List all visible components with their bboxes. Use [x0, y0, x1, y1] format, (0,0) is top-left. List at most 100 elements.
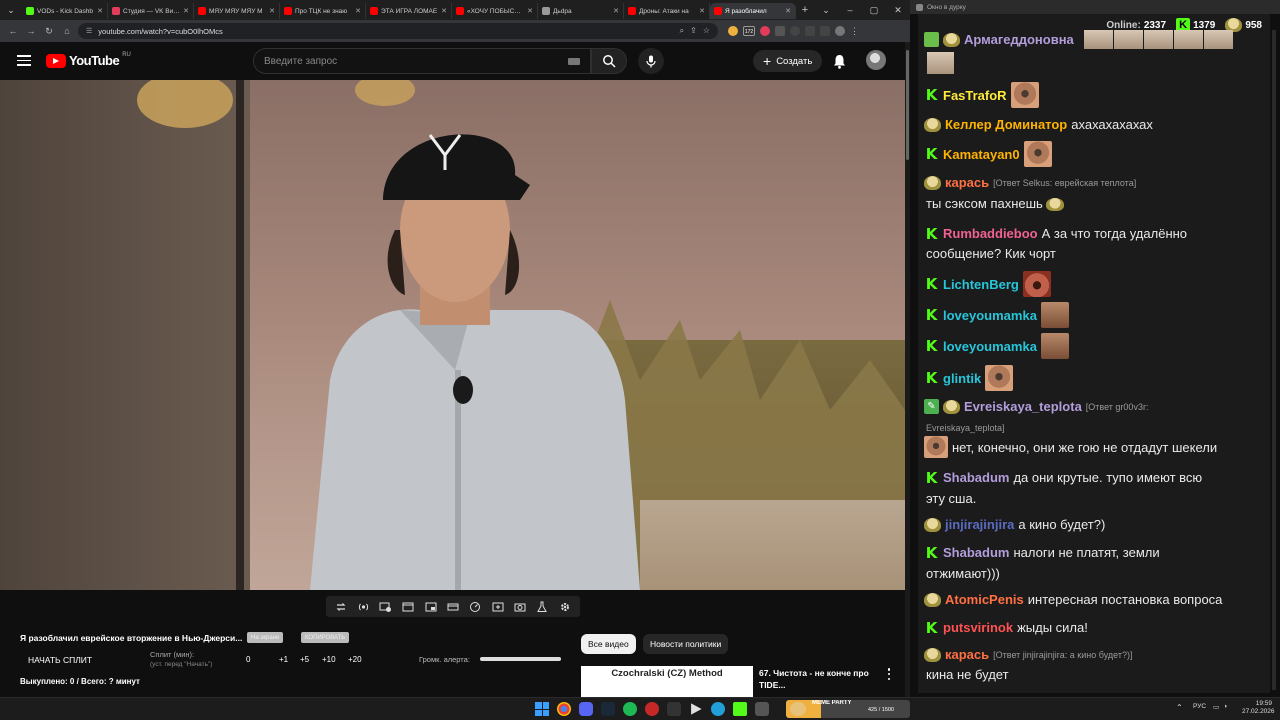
- cinema-mode-icon[interactable]: [446, 600, 459, 613]
- chip-all-videos[interactable]: Все видео: [581, 634, 636, 654]
- app-icon[interactable]: [755, 702, 769, 716]
- reply-reference[interactable]: [Ответ jinjirajinjira: а кино будет?)]: [993, 650, 1132, 660]
- flask-icon[interactable]: [536, 600, 549, 613]
- voice-search-button[interactable]: [638, 48, 664, 74]
- bookmark-star-icon[interactable]: ☆: [703, 26, 710, 36]
- site-info-icon[interactable]: ☰: [86, 27, 92, 35]
- browser-tab[interactable]: Я разоблачил ✕: [710, 3, 796, 19]
- home-icon[interactable]: ⌂: [60, 24, 74, 38]
- maximize-icon[interactable]: ▢: [862, 0, 886, 20]
- chat-username[interactable]: Kamatayan0: [943, 147, 1020, 162]
- split-plus-10[interactable]: +10: [322, 655, 336, 664]
- start-split-button[interactable]: НАЧАТЬ СПЛИТ: [28, 655, 92, 665]
- browser-tab[interactable]: VODs - Kick Dashb ✕: [22, 3, 108, 19]
- chat-username[interactable]: putsvirinok: [943, 620, 1013, 635]
- tab-close-icon[interactable]: ✕: [183, 7, 189, 15]
- notifications-button[interactable]: [830, 52, 848, 70]
- meme-party-widget[interactable]: MEME PARTY 425 / 1500: [786, 700, 910, 718]
- reload-icon[interactable]: ↻: [42, 24, 56, 38]
- copy-button[interactable]: КОПИРОВАТЬ: [301, 632, 350, 643]
- keyboard-language[interactable]: РУС: [1193, 703, 1206, 710]
- puzzle-icon[interactable]: [775, 26, 785, 36]
- reply-reference[interactable]: [Ответ gr00v3r:: [1086, 402, 1149, 412]
- chat-username[interactable]: glintik: [943, 371, 981, 386]
- speed-icon[interactable]: [469, 600, 482, 613]
- chat-username[interactable]: Evreiskaya_teplota: [964, 399, 1082, 414]
- browser-tab[interactable]: ЭТА ИГРА ЛОМАЕ ✕: [366, 3, 452, 19]
- extension-icon[interactable]: [760, 26, 770, 36]
- tray-overflow-icon[interactable]: ⌃: [1176, 703, 1183, 712]
- split-plus-1[interactable]: +1: [279, 655, 288, 664]
- chat-username[interactable]: Армагеддоновна: [964, 32, 1074, 47]
- downloads-icon[interactable]: [790, 26, 800, 36]
- clock[interactable]: 19:59 27.02.2026: [1242, 700, 1275, 716]
- browser-tab[interactable]: Дьdра ✕: [538, 3, 624, 19]
- app-icon[interactable]: [645, 702, 659, 716]
- tab-close-icon[interactable]: ✕: [97, 7, 103, 15]
- search-input[interactable]: Введите запрос: [253, 48, 591, 74]
- media-player-icon[interactable]: [691, 703, 702, 715]
- app-icon[interactable]: [733, 702, 747, 716]
- browser-tab[interactable]: Про ТЦК не знаю ✕: [280, 3, 366, 19]
- youtube-logo[interactable]: YouTube RU: [46, 52, 131, 68]
- recommendation-title[interactable]: 67. Чистота - не конче про TIDE...: [759, 667, 877, 691]
- chat-username[interactable]: loveyoumamka: [943, 339, 1037, 354]
- chat-username[interactable]: LichtenBerg: [943, 277, 1019, 292]
- browser-tab[interactable]: Студия — VK Виде ✕: [108, 3, 194, 19]
- windows-start-icon[interactable]: [535, 702, 549, 716]
- camera-icon[interactable]: [514, 600, 527, 613]
- gear-icon[interactable]: [558, 600, 571, 613]
- reply-reference[interactable]: Evreiskaya_teplota]: [926, 423, 1005, 433]
- chip-politics-news[interactable]: Новости политики: [643, 634, 729, 654]
- tab-close-icon[interactable]: ✕: [269, 7, 275, 15]
- network-icon[interactable]: ▭: [1213, 703, 1219, 711]
- chat-username[interactable]: FasTrafoR: [943, 88, 1007, 103]
- browser-tab[interactable]: MЯУ MЯУ MЯУ М ✕: [194, 3, 280, 19]
- page-scrollbar-thumb[interactable]: [906, 50, 909, 160]
- reading-list-icon[interactable]: [805, 26, 815, 36]
- alert-volume-slider[interactable]: [480, 657, 561, 661]
- reply-reference[interactable]: [Ответ Selkus: еврейская теплота]: [993, 178, 1136, 188]
- close-icon[interactable]: ✕: [886, 0, 910, 20]
- tab-list-dropdown-icon[interactable]: ⌄: [814, 0, 838, 20]
- tab-close-icon[interactable]: ✕: [441, 7, 447, 15]
- back-icon[interactable]: ←: [6, 24, 20, 38]
- extension-icon[interactable]: [728, 26, 738, 36]
- keyboard-icon[interactable]: [568, 57, 580, 65]
- picture-in-picture-icon[interactable]: [424, 600, 437, 613]
- chat-username[interactable]: Shabadum: [943, 470, 1009, 485]
- chat-username[interactable]: jinjirajinjira: [945, 517, 1014, 532]
- add-frame-icon[interactable]: [491, 600, 504, 613]
- tab-close-icon[interactable]: ✕: [785, 7, 791, 15]
- app-icon[interactable]: [667, 702, 681, 716]
- video-player[interactable]: [0, 80, 905, 590]
- tab-close-icon[interactable]: ✕: [699, 7, 705, 15]
- chat-scrollbar[interactable]: [1272, 30, 1276, 690]
- split-value-0[interactable]: 0: [246, 655, 250, 664]
- browser-menu-icon[interactable]: ⋮: [850, 26, 859, 37]
- tab-close-icon[interactable]: ✕: [613, 7, 619, 15]
- tab-close-icon[interactable]: ✕: [355, 7, 361, 15]
- avatar[interactable]: [866, 50, 886, 70]
- chat-username[interactable]: loveyoumamka: [943, 308, 1037, 323]
- share-icon[interactable]: ⇪: [690, 26, 697, 36]
- chat-username[interactable]: Rumbaddieboo: [943, 226, 1038, 241]
- volume-icon[interactable]: ◗: [1224, 703, 1228, 710]
- chrome-icon[interactable]: [557, 702, 571, 716]
- audio-waves-icon[interactable]: [357, 600, 370, 613]
- forward-icon[interactable]: →: [24, 24, 38, 38]
- split-plus-20[interactable]: +20: [348, 655, 362, 664]
- chat-username[interactable]: карась: [945, 175, 989, 190]
- screen-record-icon[interactable]: [379, 600, 392, 613]
- side-panel-icon[interactable]: [820, 26, 830, 36]
- telegram-icon[interactable]: [711, 702, 725, 716]
- chat-username[interactable]: Келлер Доминатор: [945, 117, 1067, 132]
- create-button[interactable]: + Создать: [753, 50, 823, 72]
- recommendation-thumbnail[interactable]: Czochralski (CZ) Method: [581, 666, 753, 697]
- profile-icon[interactable]: [835, 26, 845, 36]
- tab-close-icon[interactable]: ✕: [527, 7, 533, 15]
- steam-icon[interactable]: [601, 702, 615, 716]
- loop-icon[interactable]: [335, 600, 348, 613]
- chat-username[interactable]: AtomicPenis: [945, 592, 1024, 607]
- url-field[interactable]: ☰ youtube.com/watch?v=cubO0lhOMcs ⌕ ⇪ ☆: [78, 23, 718, 39]
